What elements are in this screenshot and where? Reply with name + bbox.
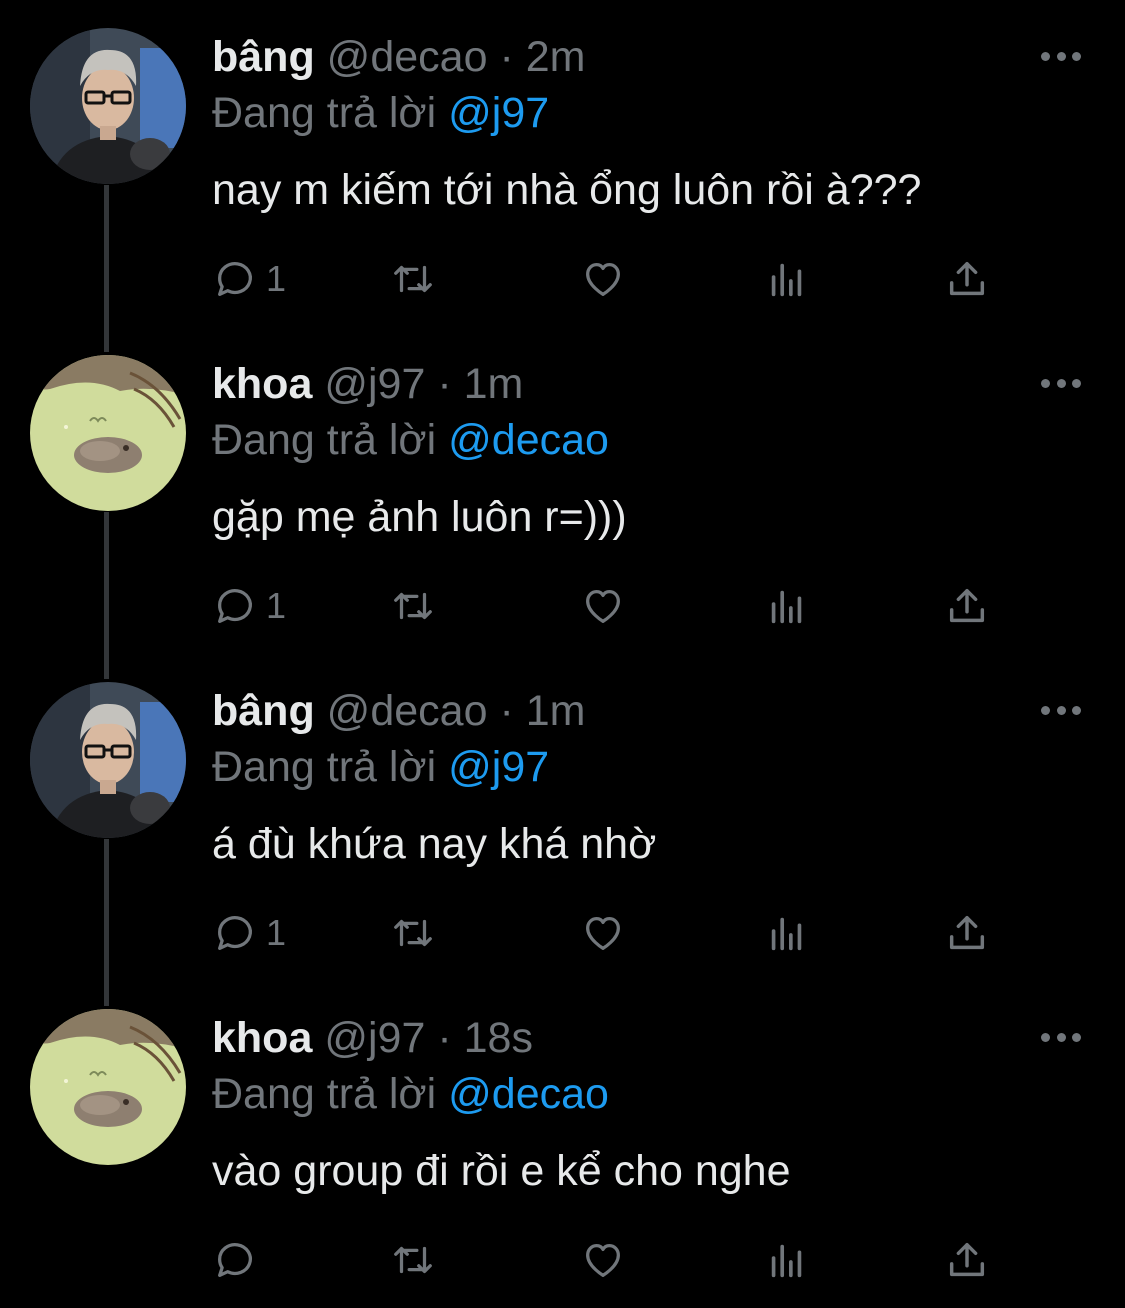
j97-avatar (30, 355, 186, 511)
timestamp[interactable]: 2m (526, 33, 586, 81)
reply-icon (218, 262, 252, 296)
replying-label: Đang trả lời (212, 743, 437, 791)
mention-link[interactable]: @decao (448, 1070, 609, 1118)
separator: · (437, 360, 452, 408)
timestamp[interactable]: 1m (464, 360, 524, 408)
mention-link[interactable]: @j97 (448, 89, 549, 137)
reply-count: 1 (266, 585, 287, 626)
replying-label: Đang trả lời (212, 1070, 437, 1118)
display-name[interactable]: bâng (212, 687, 315, 735)
handle[interactable]: @j97 (324, 360, 425, 408)
like-button[interactable] (580, 1235, 626, 1285)
replying-to: Đang trả lời @decao (212, 1069, 609, 1119)
action-bar: 1 (212, 254, 1002, 304)
views-icon (771, 1244, 802, 1278)
heart-icon (586, 589, 620, 623)
action-bar (212, 1235, 1002, 1285)
heart-icon (586, 916, 620, 950)
timestamp[interactable]: 18s (464, 1014, 533, 1062)
tweet[interactable]: khoa @j97 · 18s Đang trả lời @decao vào … (0, 981, 1125, 1308)
retweet-icon (394, 265, 432, 293)
views-button[interactable] (764, 581, 810, 631)
decao-avatar (30, 682, 186, 838)
separator: · (499, 33, 514, 81)
display-name[interactable]: bâng (212, 33, 315, 81)
views-icon (771, 263, 802, 297)
like-button[interactable] (580, 908, 626, 958)
like-button[interactable] (580, 581, 626, 631)
reply-button[interactable]: 1 (212, 254, 286, 304)
tweet[interactable]: bâng @decao · 1m Đang trả lời @j97 á đù … (0, 654, 1125, 981)
share-icon (949, 261, 985, 296)
timestamp[interactable]: 1m (526, 687, 586, 735)
reply-icon (218, 916, 252, 950)
tweet-text: á đù khứa nay khá nhờ (212, 820, 657, 868)
retweet-button[interactable] (390, 908, 436, 958)
avatar[interactable] (30, 28, 186, 184)
avatar[interactable] (30, 355, 186, 511)
views-button[interactable] (764, 908, 810, 958)
mention-link[interactable]: @j97 (448, 743, 549, 791)
tweet-text: gặp mẹ ảnh luôn r=))) (212, 493, 627, 541)
retweet-button[interactable] (390, 254, 436, 304)
handle[interactable]: @decao (327, 33, 488, 81)
share-button[interactable] (944, 908, 990, 958)
mention-link[interactable]: @decao (448, 416, 609, 464)
more-icon[interactable] (1041, 49, 1081, 63)
reply-button[interactable]: 1 (212, 581, 286, 631)
reply-count: 1 (266, 258, 287, 299)
replying-to: Đang trả lời @j97 (212, 742, 549, 792)
separator: · (499, 687, 514, 735)
replying-to: Đang trả lời @j97 (212, 88, 549, 138)
views-button[interactable] (764, 1235, 810, 1285)
share-icon (949, 1242, 985, 1277)
like-button[interactable] (580, 254, 626, 304)
tweet-header: khoa @j97 · 18s (212, 1013, 533, 1063)
handle[interactable]: @j97 (324, 1014, 425, 1062)
reply-button[interactable] (212, 1235, 266, 1285)
display-name[interactable]: khoa (212, 360, 312, 408)
retweet-button[interactable] (390, 581, 436, 631)
share-icon (949, 915, 985, 950)
heart-icon (586, 262, 620, 296)
heart-icon (586, 1243, 620, 1277)
more-icon[interactable] (1041, 703, 1081, 717)
share-icon (949, 588, 985, 623)
handle[interactable]: @decao (327, 687, 488, 735)
retweet-icon (394, 1246, 432, 1274)
separator: · (437, 1014, 452, 1062)
replying-label: Đang trả lời (212, 416, 437, 464)
retweet-icon (394, 592, 432, 620)
more-icon[interactable] (1041, 376, 1081, 390)
tweet-header: bâng @decao · 1m (212, 686, 585, 736)
tweet-text: nay m kiếm tới nhà ổng luôn rồi à??? (212, 166, 922, 214)
tweet-header: khoa @j97 · 1m (212, 359, 523, 409)
replying-to: Đang trả lời @decao (212, 415, 609, 465)
avatar[interactable] (30, 1009, 186, 1165)
tweet-text: vào group đi rồi e kể cho nghe (212, 1147, 791, 1195)
reply-icon (218, 1243, 252, 1277)
retweet-icon (394, 919, 432, 947)
share-button[interactable] (944, 1235, 990, 1285)
tweet[interactable]: khoa @j97 · 1m Đang trả lời @decao gặp m… (0, 327, 1125, 654)
share-button[interactable] (944, 581, 990, 631)
reply-button[interactable]: 1 (212, 908, 286, 958)
views-icon (771, 590, 802, 624)
display-name[interactable]: khoa (212, 1014, 312, 1062)
action-bar: 1 (212, 581, 1002, 631)
j97-avatar (30, 1009, 186, 1165)
action-bar: 1 (212, 908, 1002, 958)
replying-label: Đang trả lời (212, 89, 437, 137)
more-icon[interactable] (1041, 1030, 1081, 1044)
views-icon (771, 917, 802, 951)
tweet[interactable]: bâng @decao · 2m Đang trả lời @j97 nay m… (0, 0, 1125, 327)
retweet-button[interactable] (390, 1235, 436, 1285)
share-button[interactable] (944, 254, 990, 304)
reply-count: 1 (266, 912, 287, 953)
decao-avatar (30, 28, 186, 184)
reply-icon (218, 589, 252, 623)
tweet-header: bâng @decao · 2m (212, 32, 585, 82)
avatar[interactable] (30, 682, 186, 838)
views-button[interactable] (764, 254, 810, 304)
